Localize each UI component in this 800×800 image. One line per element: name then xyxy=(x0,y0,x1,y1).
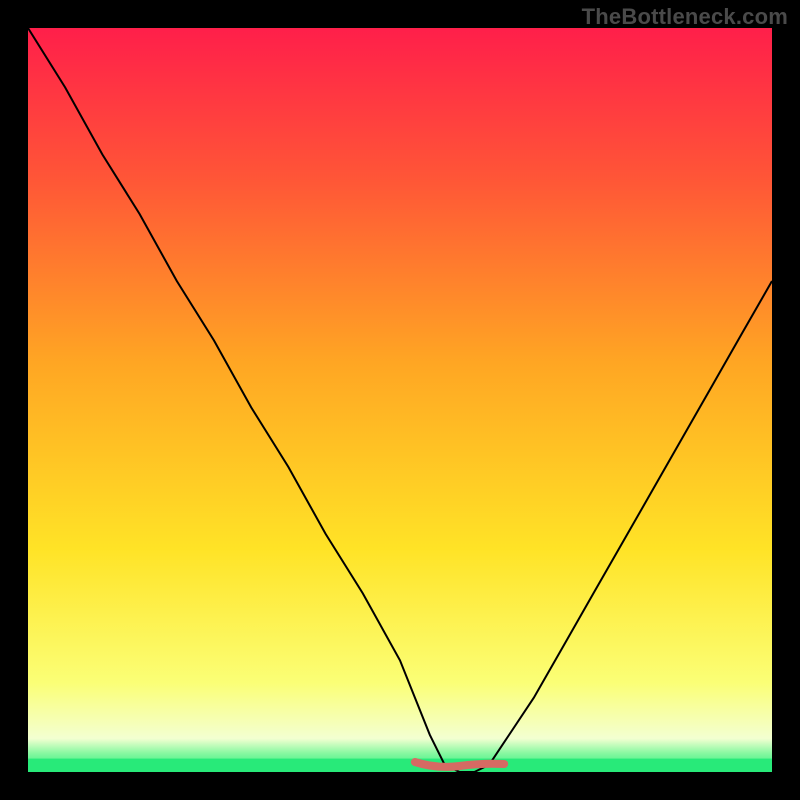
chart-canvas: TheBottleneck.com xyxy=(0,0,800,800)
chart-bottom-stripe xyxy=(28,759,772,772)
bottleneck-minimum-highlight xyxy=(415,762,504,767)
bottleneck-chart-svg xyxy=(0,0,800,800)
